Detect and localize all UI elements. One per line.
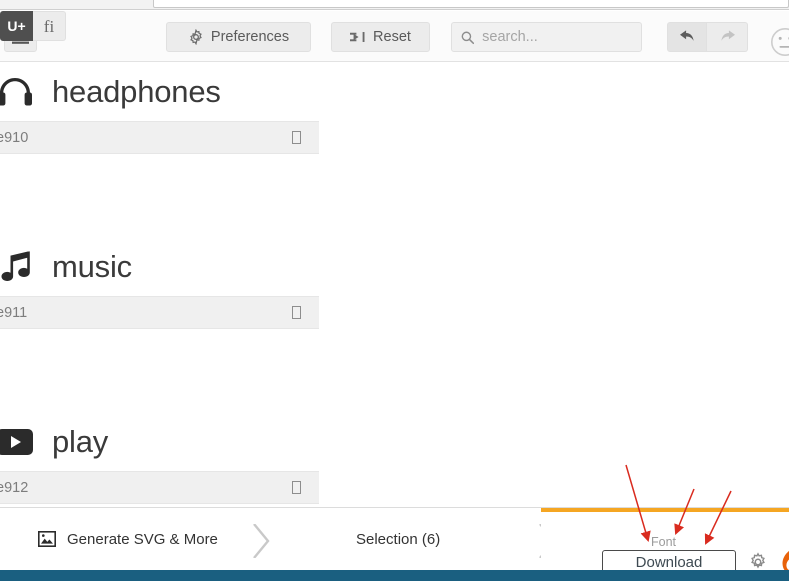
search-box[interactable]	[451, 22, 642, 52]
search-input[interactable]	[482, 29, 632, 45]
selection-tab[interactable]: Selection (6)	[356, 508, 440, 570]
glyph-code: e911	[0, 304, 28, 321]
browser-url-bar[interactable]	[153, 0, 789, 8]
glyph-code: e910	[0, 129, 29, 146]
preferences-button[interactable]: Preferences	[166, 22, 311, 52]
glyph-code-row[interactable]: e910	[0, 122, 319, 154]
tofu-box-icon[interactable]	[292, 131, 301, 144]
generate-svg-button[interactable]: Generate SVG & More	[38, 508, 218, 570]
glyph-header: headphones	[0, 62, 319, 122]
image-icon	[38, 531, 56, 547]
reset-button[interactable]: Reset	[331, 22, 430, 52]
headphones-icon	[0, 73, 34, 111]
glyph-list: headphones e910 music e911 play e912	[0, 62, 789, 507]
generate-svg-label: Generate SVG & More	[67, 530, 218, 548]
glyph-card-play[interactable]: play e912	[0, 412, 319, 507]
glyph-name: play	[52, 423, 109, 459]
redo-button[interactable]	[707, 22, 748, 52]
glyph-card-headphones[interactable]: headphones e910	[0, 62, 319, 237]
reset-label: Reset	[373, 28, 411, 45]
os-taskbar	[0, 570, 789, 581]
search-icon	[461, 31, 475, 44]
tofu-box-icon[interactable]	[292, 306, 301, 319]
glyph-code: e912	[0, 479, 29, 496]
music-note-icon	[0, 248, 34, 286]
unicode-toggle-button[interactable]: U+	[0, 11, 33, 41]
glyph-name: music	[52, 248, 132, 284]
glyph-header: play	[0, 412, 319, 472]
glyph-name: headphones	[52, 73, 221, 109]
selection-label: Selection (6)	[356, 530, 441, 548]
app-window: U+ fi Preferences Reset search... headph…	[0, 0, 789, 581]
download-label: Download	[635, 554, 703, 571]
gear-icon	[190, 29, 202, 45]
play-button-icon	[0, 423, 34, 461]
smiley-face-icon[interactable]	[770, 27, 789, 57]
glyph-code-row[interactable]: e912	[0, 472, 319, 504]
preferences-label: Preferences	[210, 28, 290, 45]
unicode-toggle-label: U+	[7, 18, 26, 34]
redo-arrow-icon	[720, 29, 735, 41]
ligature-toggle-label: fi	[43, 16, 55, 36]
tab-reset-icon	[350, 32, 365, 42]
glyph-header: music	[0, 237, 319, 297]
glyph-code-row[interactable]: e911	[0, 297, 319, 329]
glyph-card-music[interactable]: music e911	[0, 237, 319, 412]
tofu-box-icon[interactable]	[292, 481, 301, 494]
font-panel: Font Download	[541, 508, 789, 575]
undo-button[interactable]	[667, 22, 707, 52]
bottom-bar: Generate SVG & More Selection (6) Font D…	[0, 507, 789, 575]
font-panel-label: Font	[651, 535, 677, 549]
app-toolbar: U+ fi Preferences Reset	[0, 11, 789, 62]
ligature-toggle-button[interactable]: fi	[33, 11, 66, 41]
chevron-right-icon	[253, 524, 270, 558]
browser-chrome-strip	[0, 0, 789, 10]
gear-icon[interactable]	[748, 552, 768, 572]
undo-arrow-icon	[679, 29, 694, 41]
